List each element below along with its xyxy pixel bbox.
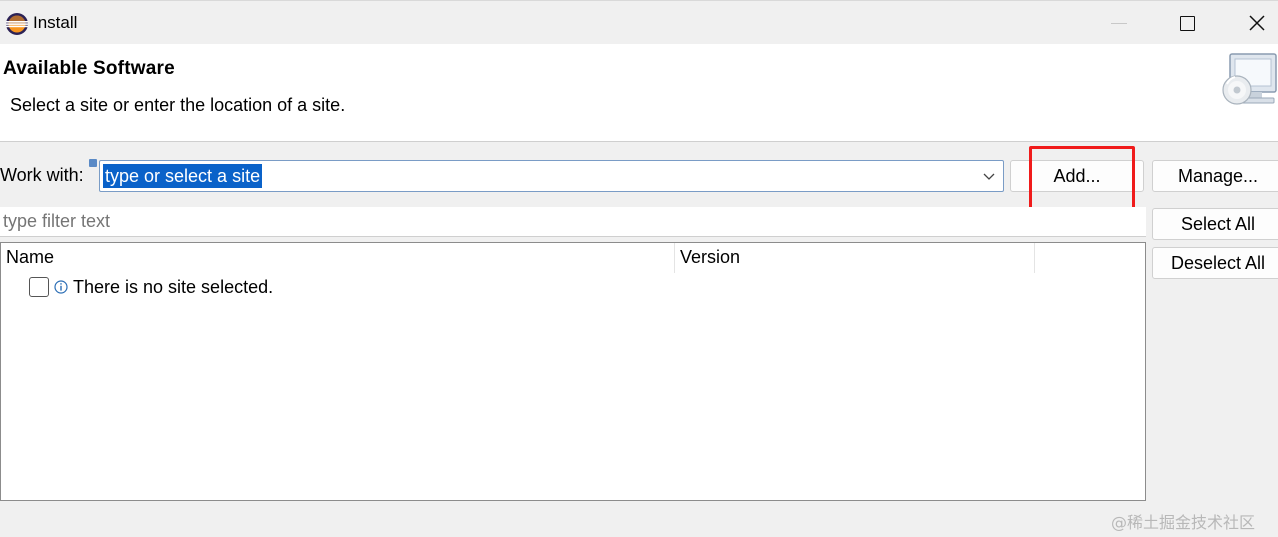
software-tree-table[interactable]: Name Version There is no site selected. <box>0 242 1146 501</box>
eclipse-icon <box>6 13 28 35</box>
table-row[interactable]: There is no site selected. <box>29 276 273 298</box>
chevron-down-icon[interactable] <box>981 168 997 184</box>
work-with-label: Work with: <box>0 165 84 185</box>
maximize-icon <box>1179 15 1195 31</box>
column-divider[interactable] <box>674 243 675 273</box>
info-icon <box>54 280 68 294</box>
minimize-icon <box>1111 22 1127 24</box>
watermark: @稀土掘金技术社区 <box>1111 513 1256 532</box>
column-header-name[interactable]: Name <box>6 247 54 268</box>
install-wizard-monitor-icon <box>1222 53 1277 105</box>
deselect-all-button[interactable]: Deselect All <box>1152 247 1278 279</box>
wizard-header: Available Software Select a site or ente… <box>0 44 1278 142</box>
close-button[interactable] <box>1228 1 1278 45</box>
page-description: Select a site or enter the location of a… <box>10 95 346 115</box>
filter-field[interactable] <box>0 207 1146 237</box>
work-with-input[interactable]: type or select a site <box>103 164 263 188</box>
column-header-version[interactable]: Version <box>680 247 740 268</box>
title-bar: Install <box>0 0 1278 44</box>
filter-input[interactable] <box>3 211 1103 232</box>
close-icon <box>1249 15 1265 31</box>
annotation-highlight-box <box>1029 146 1135 213</box>
window-title: Install <box>33 13 78 32</box>
minimize-button[interactable] <box>1090 1 1148 45</box>
select-all-button[interactable]: Select All <box>1152 208 1278 240</box>
page-title: Available Software <box>3 58 175 79</box>
maximize-button[interactable] <box>1158 1 1216 45</box>
manage-button[interactable]: Manage... <box>1152 160 1278 192</box>
column-divider[interactable] <box>1034 243 1035 273</box>
work-with-combo[interactable]: type or select a site <box>99 160 1004 192</box>
row-checkbox[interactable] <box>29 277 49 297</box>
row-label: There is no site selected. <box>73 276 274 297</box>
content-assist-marker-icon <box>89 159 97 167</box>
